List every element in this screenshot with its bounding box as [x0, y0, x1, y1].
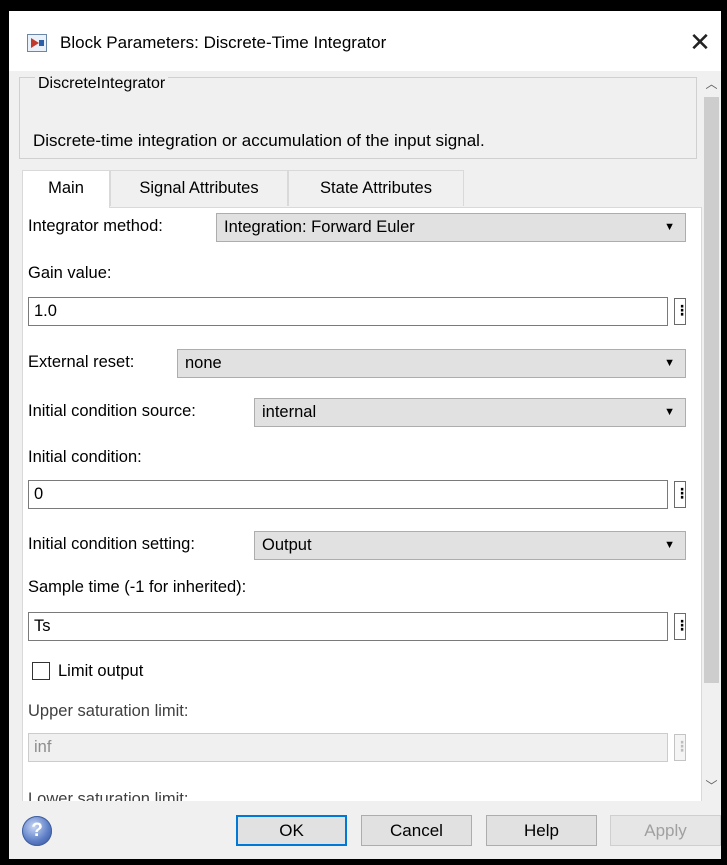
ic-source-select[interactable]: internal ▼: [254, 398, 686, 427]
external-reset-label: External reset:: [28, 353, 135, 371]
apply-button[interactable]: Apply: [610, 815, 721, 846]
scrollbar-thumb[interactable]: [704, 97, 719, 683]
external-reset-select[interactable]: none ▼: [177, 349, 686, 378]
limit-output-checkbox[interactable]: [32, 662, 50, 680]
window-title: Block Parameters: Discrete-Time Integrat…: [60, 33, 387, 52]
simulink-block-icon: [27, 34, 47, 52]
tab-bar: Main Signal Attributes State Attributes: [22, 170, 702, 208]
initial-condition-more-button[interactable]: ⋮: [674, 481, 689, 508]
dropdown-arrow-icon: ▼: [664, 357, 675, 369]
tab-main[interactable]: Main: [22, 170, 110, 208]
integrator-method-select[interactable]: Integration: Forward Euler ▼: [216, 213, 686, 242]
lower-saturation-label: Lower saturation limit:: [28, 790, 189, 801]
tab-state-attributes[interactable]: State Attributes: [288, 170, 464, 206]
dropdown-arrow-icon: ▼: [664, 406, 675, 418]
chevron-down-icon[interactable]: ﹀: [702, 777, 721, 795]
tab-signal-attributes[interactable]: Signal Attributes: [110, 170, 288, 206]
help-icon[interactable]: ?: [22, 816, 52, 846]
sample-time-more-button[interactable]: ⋮: [674, 613, 689, 640]
cancel-button[interactable]: Cancel: [361, 815, 472, 846]
block-parameters-dialog: Block Parameters: Discrete-Time Integrat…: [9, 11, 721, 859]
vertical-scrollbar[interactable]: ︿ ﹀: [702, 71, 721, 801]
upper-saturation-field[interactable]: inf: [28, 733, 668, 762]
main-tab-panel: Integrator method: Integration: Forward …: [22, 207, 702, 801]
limit-output-label: Limit output: [58, 662, 144, 680]
ic-source-label: Initial condition source:: [28, 402, 196, 420]
upper-saturation-label: Upper saturation limit:: [28, 702, 189, 720]
block-type-name: DiscreteIntegrator: [35, 75, 169, 93]
title-bar: Block Parameters: Discrete-Time Integrat…: [9, 11, 721, 71]
gain-value-more-button[interactable]: ⋮: [674, 298, 689, 325]
ok-button[interactable]: OK: [236, 815, 347, 846]
gain-value-label: Gain value:: [28, 264, 112, 282]
ic-setting-select[interactable]: Output ▼: [254, 531, 686, 560]
button-bar: ? OK Cancel Help Apply: [9, 801, 721, 859]
dropdown-arrow-icon: ▼: [664, 539, 675, 551]
dropdown-arrow-icon: ▼: [664, 221, 675, 233]
sample-time-field[interactable]: Ts: [28, 612, 668, 641]
sample-time-label: Sample time (-1 for inherited):: [28, 578, 247, 596]
close-icon[interactable]: ✕: [685, 27, 715, 57]
chevron-up-icon[interactable]: ︿: [702, 75, 721, 93]
initial-condition-field[interactable]: 0: [28, 480, 668, 509]
ic-setting-label: Initial condition setting:: [28, 535, 195, 553]
ic-setting-value: Output: [262, 536, 312, 554]
upper-saturation-more-button[interactable]: ⋮: [674, 734, 689, 761]
external-reset-value: none: [185, 354, 222, 372]
integrator-method-label: Integrator method:: [28, 217, 163, 235]
integrator-method-value: Integration: Forward Euler: [224, 218, 415, 236]
block-description: Discrete-time integration or accumulatio…: [33, 131, 485, 150]
help-button[interactable]: Help: [486, 815, 597, 846]
dialog-content: DiscreteIntegrator Discrete-time integra…: [9, 71, 702, 801]
initial-condition-label: Initial condition:: [28, 448, 142, 466]
ic-source-value: internal: [262, 403, 317, 421]
gain-value-field[interactable]: 1.0: [28, 297, 668, 326]
